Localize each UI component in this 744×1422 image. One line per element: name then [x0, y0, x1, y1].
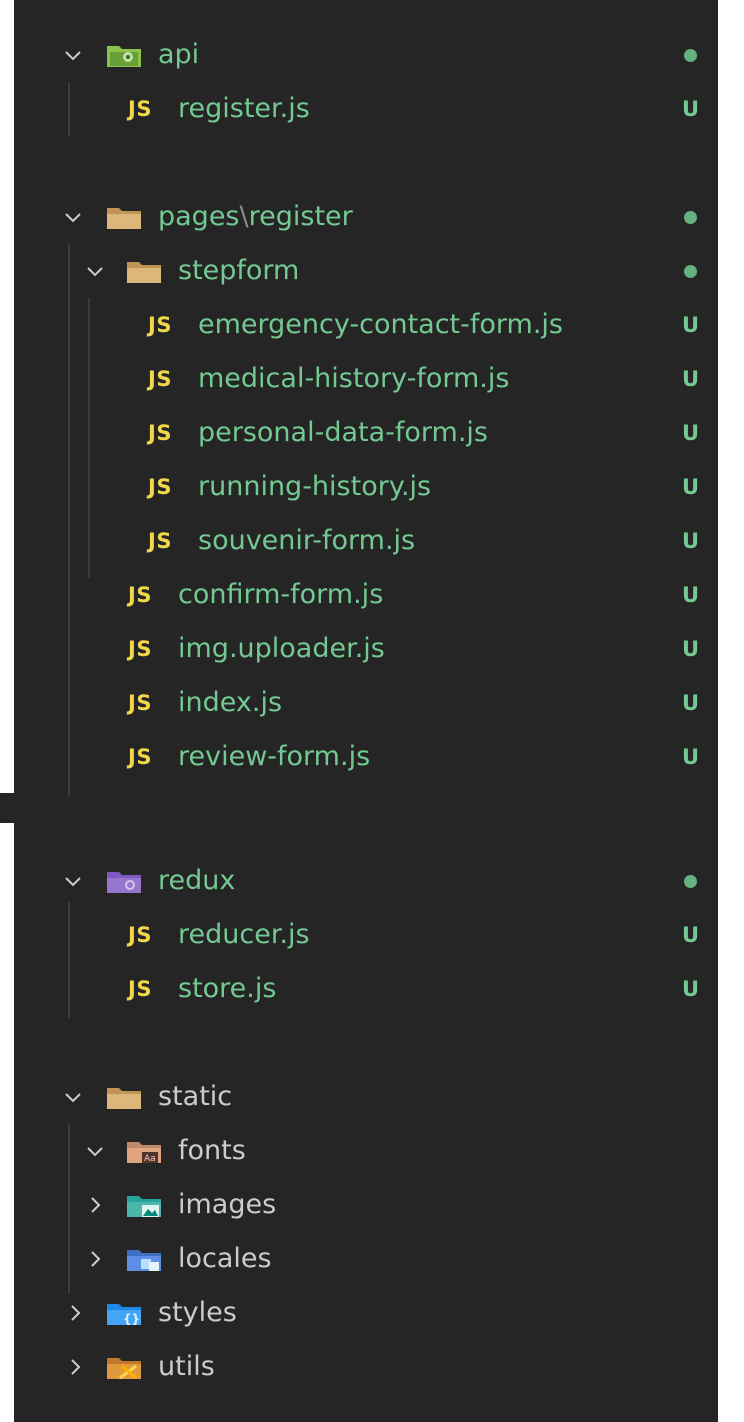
tree-item-label: static — [158, 1081, 233, 1112]
js-file-icon: JS — [148, 421, 172, 445]
folder-images-icon — [127, 1196, 161, 1217]
js-file-icon: JS — [148, 313, 172, 337]
tree-item-label: personal-data-form.js — [198, 417, 488, 448]
git-untracked-badge: U — [682, 529, 700, 553]
js-file-icon: JS — [128, 745, 152, 769]
tree-item-file[interactable]: JS personal-data-form.js U — [14, 406, 718, 460]
scrollbar-gutter[interactable] — [718, 28, 744, 1422]
tree-item-file[interactable]: JS store.js U — [14, 962, 718, 1016]
git-modified-dot — [684, 49, 697, 62]
tree-item-label: images — [178, 1189, 277, 1220]
tree-item-label: souvenir-form.js — [198, 525, 416, 556]
git-untracked-badge: U — [682, 97, 700, 121]
panel-edge — [0, 793, 14, 823]
tree-item-label: running-history.js — [198, 471, 432, 502]
folder-locales-icon — [127, 1250, 161, 1271]
tree-item-images-folder[interactable]: images — [14, 1178, 718, 1232]
tree-item-file[interactable]: JS img.uploader.js U — [14, 622, 718, 676]
tree-item-label: utils — [158, 1351, 215, 1382]
tree-item-file[interactable]: JS index.js U — [14, 676, 718, 730]
chevron-right-icon — [71, 1305, 81, 1321]
chevron-down-icon — [87, 1147, 103, 1157]
folder-fonts-icon: Aa — [127, 1142, 161, 1164]
js-file-icon: JS — [128, 977, 152, 1001]
tree-item-static-folder[interactable]: static — [14, 1070, 718, 1124]
js-file-icon: JS — [128, 97, 152, 121]
tree-item-label: review-form.js — [178, 741, 371, 772]
folder-redux-icon — [107, 872, 141, 893]
js-file-icon: JS — [128, 583, 152, 607]
git-untracked-badge: U — [682, 977, 700, 1001]
tree-item-label: confirm-form.js — [178, 579, 384, 610]
git-untracked-badge: U — [682, 745, 700, 769]
tree-item-pages-register-folder[interactable]: pages\register — [14, 190, 718, 244]
tree-item-label: index.js — [178, 687, 283, 718]
chevron-down-icon — [87, 267, 103, 277]
js-file-icon: JS — [148, 367, 172, 391]
tree-item-label: redux — [158, 865, 236, 896]
git-untracked-badge: U — [682, 313, 700, 337]
tree-item-file[interactable]: JS review-form.js U — [14, 730, 718, 784]
folder-icon — [107, 1088, 141, 1109]
tree-item-locales-folder[interactable]: locales — [14, 1232, 718, 1286]
chevron-right-icon — [71, 1359, 81, 1375]
tree-item-label: img.uploader.js — [178, 633, 385, 664]
js-file-icon: JS — [128, 691, 152, 715]
git-modified-dot — [684, 875, 697, 888]
tree-item-label: reducer.js — [178, 919, 310, 950]
folder-styles-icon: {} — [107, 1304, 141, 1326]
chevron-right-icon — [91, 1197, 101, 1213]
tree-item-label: fonts — [178, 1135, 246, 1166]
tree-item-file[interactable]: JS reducer.js U — [14, 908, 718, 962]
tree-item-file[interactable]: JS confirm-form.js U — [14, 568, 718, 622]
js-file-icon: JS — [148, 475, 172, 499]
tree-item-label: api — [158, 39, 200, 70]
git-untracked-badge: U — [682, 367, 700, 391]
tree-item-redux-folder[interactable]: redux — [14, 854, 718, 908]
git-untracked-badge: U — [682, 923, 700, 947]
folder-utils-icon — [107, 1358, 141, 1380]
tree-item-label: store.js — [178, 973, 277, 1004]
tree-item-label: styles — [158, 1297, 237, 1328]
svg-text:Aa: Aa — [144, 1154, 156, 1164]
tree-item-api-folder[interactable]: api — [14, 28, 718, 82]
tree-item-styles-folder[interactable]: {} styles — [14, 1286, 718, 1340]
git-modified-dot — [684, 265, 697, 278]
tree-item-stepform-folder[interactable]: stepform — [14, 244, 718, 298]
js-file-icon: JS — [128, 923, 152, 947]
tree-item-file[interactable]: JS register.js U — [14, 82, 718, 136]
tree-item-file[interactable]: JS medical-history-form.js U — [14, 352, 718, 406]
git-untracked-badge: U — [682, 583, 700, 607]
tree-item-file[interactable]: JS emergency-contact-form.js U — [14, 298, 718, 352]
js-file-icon: JS — [128, 637, 152, 661]
tree-item-label: register.js — [178, 93, 310, 124]
tree-item-label: medical-history-form.js — [198, 363, 510, 394]
tree-item-label: pages\register — [158, 201, 353, 232]
svg-text:{}: {} — [123, 1312, 140, 1326]
folder-icon — [107, 208, 141, 229]
js-file-icon: JS — [148, 529, 172, 553]
chevron-right-icon — [91, 1251, 101, 1267]
tree-item-file[interactable]: JS souvenir-form.js U — [14, 514, 718, 568]
folder-icon — [127, 262, 161, 283]
git-untracked-badge: U — [682, 637, 700, 661]
tree-item-fonts-folder[interactable]: Aa fonts — [14, 1124, 718, 1178]
git-untracked-badge: U — [682, 475, 700, 499]
git-modified-dot — [684, 211, 697, 224]
folder-api-icon — [107, 46, 141, 67]
git-untracked-badge: U — [682, 691, 700, 715]
tree-item-file[interactable]: JS running-history.js U — [14, 460, 718, 514]
chevron-down-icon — [65, 877, 81, 887]
chevron-down-icon — [65, 51, 81, 61]
tree-item-label: emergency-contact-form.js — [198, 309, 563, 340]
chevron-down-icon — [65, 1093, 81, 1103]
git-untracked-badge: U — [682, 421, 700, 445]
tree-item-label: locales — [178, 1243, 272, 1274]
tree-item-utils-folder[interactable]: utils — [14, 1340, 718, 1394]
tree-item-label: stepform — [178, 255, 300, 286]
chevron-down-icon — [65, 213, 81, 223]
